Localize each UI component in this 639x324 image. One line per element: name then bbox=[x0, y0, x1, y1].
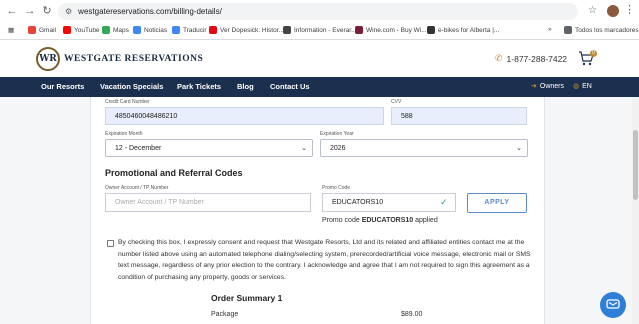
scrollbar-thumb[interactable] bbox=[633, 130, 638, 200]
bookmarks-more[interactable]: » bbox=[548, 26, 552, 33]
exp-year-select[interactable]: 2026 ⌄ bbox=[320, 139, 528, 157]
consent-text: By checking this box, I expressly consen… bbox=[118, 239, 531, 281]
bookmark-wine[interactable]: Wine.com - Buy Wi... bbox=[355, 26, 427, 34]
bookmark-label: Gmail bbox=[39, 26, 56, 34]
bookmark-maps[interactable]: Maps bbox=[102, 26, 129, 34]
promo-applied-note: Promo code EDUCATORS10 applied bbox=[322, 217, 438, 224]
bookmark-ebikes[interactable]: e-bikes for Alberta |... bbox=[427, 26, 499, 34]
promo-note-prefix: Promo code bbox=[322, 217, 360, 224]
nav-language[interactable]: ◍ EN bbox=[573, 82, 592, 91]
page-icon bbox=[283, 26, 291, 34]
owner-account-label: Owner Account / TP Number bbox=[105, 185, 169, 191]
nav-blog[interactable]: Blog bbox=[237, 82, 254, 91]
promo-code-label: Promo Code bbox=[322, 185, 351, 191]
all-bookmarks-label: Todos los marcadores bbox=[575, 26, 639, 34]
phone-icon: ✆ bbox=[495, 53, 503, 63]
chat-icon bbox=[606, 299, 620, 309]
promo-note-suffix: applied bbox=[415, 217, 438, 224]
promo-note-code: EDUCATORS10 bbox=[361, 217, 414, 224]
exp-month-value: 12 - December bbox=[115, 144, 162, 152]
site-info-icon[interactable]: ⚙ bbox=[65, 7, 72, 16]
promo-code-input[interactable]: EDUCATORS10 bbox=[322, 193, 456, 212]
promo-section-title: Promotional and Referral Codes bbox=[105, 168, 243, 178]
bookmark-gmail[interactable]: Gmail bbox=[28, 26, 56, 34]
bookmark-information[interactable]: Information - Everar... bbox=[283, 26, 357, 34]
address-bar[interactable]: ⚙ westgatereservations.com/billing-detai… bbox=[58, 3, 578, 20]
nav-contact-us[interactable]: Contact Us bbox=[270, 82, 310, 91]
chevron-down-icon: ⌄ bbox=[516, 145, 522, 152]
bookmark-label: Traducir bbox=[183, 26, 207, 34]
nav-owners[interactable]: ➜ Owners bbox=[531, 82, 564, 91]
url-text: westgatereservations.com/billing-details… bbox=[78, 7, 222, 16]
all-bookmarks[interactable]: Todos los marcadores bbox=[564, 26, 639, 34]
bookmark-dopesick[interactable]: Ver Dopesick: Histor... bbox=[209, 26, 284, 34]
nav-park-tickets[interactable]: Park Tickets bbox=[177, 82, 221, 91]
language-label: EN bbox=[582, 82, 592, 90]
bookmark-label: Information - Everar... bbox=[294, 26, 357, 34]
bookmark-label: Ver Dopesick: Histor... bbox=[220, 26, 284, 34]
netflix-icon bbox=[209, 26, 217, 34]
chat-button[interactable] bbox=[600, 292, 626, 318]
bookmarks-bar: ▦ Gmail YouTube Maps Noticias Traducir V… bbox=[0, 23, 639, 40]
folder-icon bbox=[564, 26, 572, 34]
bookmark-youtube[interactable]: YouTube bbox=[63, 26, 100, 34]
cvv-label: CVV bbox=[391, 99, 402, 105]
nav-our-resorts[interactable]: Our Resorts bbox=[41, 82, 84, 91]
card-number-input[interactable]: 4850460048486210 bbox=[105, 107, 384, 125]
news-icon bbox=[133, 26, 141, 34]
owners-label: Owners bbox=[539, 82, 564, 90]
exp-month-select[interactable]: 12 - December ⌄ bbox=[105, 139, 313, 157]
phone-link[interactable]: ✆ 1-877-288-7422 bbox=[495, 53, 567, 64]
card-number-label: Credit Card Number bbox=[105, 99, 150, 105]
phone-number: 1-877-288-7422 bbox=[506, 53, 568, 64]
menu-icon[interactable]: ⋮ bbox=[624, 3, 635, 16]
youtube-icon bbox=[63, 26, 71, 34]
maps-icon bbox=[102, 26, 110, 34]
bookmark-label: Maps bbox=[113, 26, 129, 34]
profile-avatar[interactable] bbox=[607, 5, 619, 17]
exp-year-label: Expiration Year bbox=[320, 131, 354, 137]
brand-name[interactable]: WESTGATE RESERVATIONS bbox=[64, 54, 203, 64]
nav-vacation-specials[interactable]: Vacation Specials bbox=[100, 82, 163, 91]
login-icon: ➜ bbox=[531, 83, 537, 90]
bookmark-noticias[interactable]: Noticias bbox=[133, 26, 167, 34]
bookmark-traducir[interactable]: Traducir bbox=[172, 26, 207, 34]
order-row-label: Package bbox=[211, 311, 239, 318]
bookmark-label: e-bikes for Alberta |... bbox=[438, 26, 500, 34]
bookmark-label: Noticias bbox=[144, 26, 168, 34]
bookmark-label: Wine.com - Buy Wi... bbox=[366, 26, 427, 34]
chevron-down-icon: ⌄ bbox=[301, 145, 307, 152]
forward-icon[interactable]: → bbox=[23, 4, 37, 18]
gmail-icon bbox=[28, 26, 36, 34]
check-icon: ✓ bbox=[440, 197, 448, 207]
order-row-value: $89.00 bbox=[401, 311, 423, 318]
bike-icon bbox=[427, 26, 435, 34]
wine-icon bbox=[355, 26, 363, 34]
cart-badge: 0 bbox=[590, 50, 597, 57]
browser-toolbar: ← → ↻ ⚙ westgatereservations.com/billing… bbox=[0, 0, 639, 23]
bookmark-star-icon[interactable]: ☆ bbox=[588, 5, 597, 16]
translate-icon bbox=[172, 26, 180, 34]
back-icon[interactable]: ← bbox=[5, 4, 19, 18]
cvv-input[interactable]: 588 bbox=[391, 107, 527, 125]
apply-button[interactable]: APPLY bbox=[467, 193, 527, 213]
reload-icon[interactable]: ↻ bbox=[40, 4, 54, 18]
order-summary-title: Order Summary 1 bbox=[211, 293, 283, 303]
bookmark-label: YouTube bbox=[74, 26, 100, 34]
consent-checkbox[interactable] bbox=[107, 240, 114, 247]
owner-account-input[interactable]: Owner Account / TP Number bbox=[105, 193, 311, 212]
logo-emblem[interactable]: WR bbox=[36, 47, 60, 71]
exp-year-value: 2026 bbox=[330, 144, 346, 152]
exp-month-label: Expiration Month bbox=[105, 131, 143, 137]
globe-icon: ◍ bbox=[573, 83, 580, 90]
apps-icon[interactable]: ▦ bbox=[8, 26, 14, 34]
